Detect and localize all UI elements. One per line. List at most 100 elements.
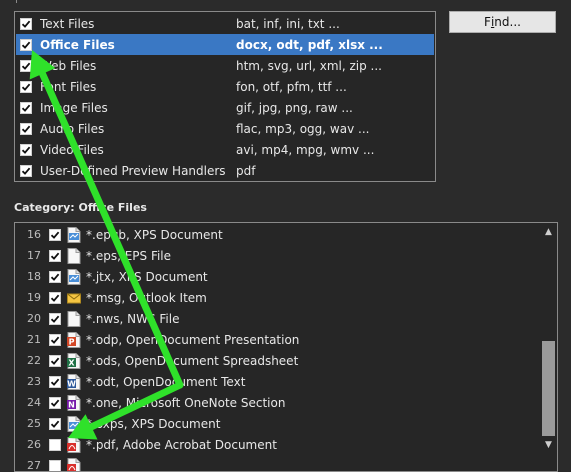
checkmark-icon: [50, 377, 60, 387]
file-category-list[interactable]: Text Filesbat, inf, ini, txt ...Office F…: [14, 11, 436, 182]
extension-checkbox[interactable]: [49, 355, 61, 367]
checkmark-icon: [50, 314, 60, 324]
extension-checkbox[interactable]: [49, 229, 61, 241]
checkmark-icon: [50, 230, 60, 240]
extension-row[interactable]: 20*.nws, NWS File: [15, 308, 539, 329]
checkmark-icon: [21, 103, 31, 113]
checkmark-icon: [21, 40, 31, 50]
category-row[interactable]: Image Filesgif, jpg, png, raw ...: [16, 97, 434, 118]
cut-off-frame-edge: [16, 0, 19, 3]
svg-text:N: N: [68, 400, 75, 409]
extension-checkbox[interactable]: [49, 460, 61, 472]
category-checkbox[interactable]: [20, 102, 32, 114]
extension-label: *.jtx, XPS Document: [86, 270, 208, 284]
row-number: 25: [15, 417, 41, 430]
category-section-label: Category: Office Files: [14, 201, 147, 214]
blank-file-icon: [67, 248, 81, 264]
scroll-up-arrow-icon[interactable]: ▲: [541, 224, 556, 239]
category-label: Image Files: [40, 101, 236, 115]
category-row[interactable]: Web Fileshtm, svg, url, xml, zip ...: [16, 55, 434, 76]
category-row[interactable]: Office Filesdocx, odt, pdf, xlsx ...: [16, 34, 434, 55]
category-extensions: avi, mp4, mpg, wmv ...: [236, 143, 374, 157]
extension-label: *.odt, OpenDocument Text: [86, 375, 245, 389]
category-row[interactable]: Audio Filesflac, mp3, ogg, wav ...: [16, 118, 434, 139]
checkmark-icon: [50, 356, 60, 366]
extension-label: *.nws, NWS File: [86, 312, 179, 326]
extension-row[interactable]: 25 *.oxps, XPS Document: [15, 413, 539, 434]
extension-checkbox[interactable]: [49, 334, 61, 346]
row-number: 23: [15, 375, 41, 388]
category-row[interactable]: User-Defined Preview Handlerspdf: [16, 160, 434, 181]
extension-row[interactable]: 22X*.ods, OpenDocument Spreadsheet: [15, 350, 539, 371]
extension-row[interactable]: 17 *.eps, EPS File: [15, 245, 539, 266]
extension-label: *.ods, OpenDocument Spreadsheet: [86, 354, 298, 368]
row-number: 18: [15, 270, 41, 283]
extension-label: *.oxps, XPS Document: [86, 417, 220, 431]
row-number: 24: [15, 396, 41, 409]
category-checkbox[interactable]: [20, 165, 32, 177]
extension-checkbox[interactable]: [49, 271, 61, 283]
extension-checkbox[interactable]: [49, 397, 61, 409]
extension-row[interactable]: 21P*.odp, OpenDocument Presentation: [15, 329, 539, 350]
row-number: 17: [15, 249, 41, 262]
checkmark-icon: [50, 272, 60, 282]
svg-text:P: P: [69, 337, 75, 346]
category-row[interactable]: Font Filesfon, otf, pfm, ttf ...: [16, 76, 434, 97]
find-button[interactable]: Find...: [449, 11, 556, 33]
category-checkbox[interactable]: [20, 18, 32, 30]
extension-checkbox[interactable]: [49, 292, 61, 304]
checkmark-icon: [50, 251, 60, 261]
word-icon: W: [67, 374, 81, 390]
outlook-mail-icon: [67, 290, 81, 306]
extension-row[interactable]: 19 *.msg, Outlook Item: [15, 287, 539, 308]
extension-label: *.odp, OpenDocument Presentation: [86, 333, 299, 347]
category-extensions: docx, odt, pdf, xlsx ...: [236, 38, 383, 52]
extension-row[interactable]: 27: [15, 455, 539, 472]
category-checkbox[interactable]: [20, 39, 32, 51]
category-label: Audio Files: [40, 122, 236, 136]
category-row[interactable]: Text Filesbat, inf, ini, txt ...: [16, 13, 434, 34]
svg-text:W: W: [67, 379, 76, 388]
extension-label: *.msg, Outlook Item: [86, 291, 207, 305]
checkmark-icon: [50, 293, 60, 303]
category-checkbox[interactable]: [20, 123, 32, 135]
category-extensions: flac, mp3, ogg, wav ...: [236, 122, 369, 136]
onenote-icon: N: [67, 395, 81, 411]
extension-checkbox[interactable]: [49, 418, 61, 430]
extension-checkbox[interactable]: [49, 439, 61, 451]
powerpoint-icon: P: [67, 332, 81, 348]
extension-row[interactable]: 26*.pdf, Adobe Acrobat Document: [15, 434, 539, 455]
row-number: 19: [15, 291, 41, 304]
category-label: Office Files: [40, 38, 236, 52]
extension-row[interactable]: 23 W *.odt, OpenDocument Text: [15, 371, 539, 392]
scroll-down-arrow-icon[interactable]: ▼: [541, 437, 556, 452]
category-extensions: htm, svg, url, xml, zip ...: [236, 59, 382, 73]
category-checkbox[interactable]: [20, 81, 32, 93]
extension-list[interactable]: 2726*.pdf, Adobe Acrobat Document 25 *.oxp…: [14, 222, 558, 472]
extension-row[interactable]: 24N*.one, Microsoft OneNote Section: [15, 392, 539, 413]
scrollbar-thumb[interactable]: [542, 341, 555, 436]
find-label-suffix: nd...: [494, 15, 521, 29]
extension-label: *.eps, EPS File: [86, 249, 171, 263]
category-checkbox[interactable]: [20, 144, 32, 156]
checkmark-icon: [50, 419, 60, 429]
extension-label: *.pdf, Adobe Acrobat Document: [86, 438, 277, 452]
checkmark-icon: [21, 82, 31, 92]
xps-document-icon: [67, 227, 81, 243]
category-extensions: gif, jpg, png, raw ...: [236, 101, 353, 115]
extension-checkbox[interactable]: [49, 313, 61, 325]
category-row[interactable]: Video Filesavi, mp4, mpg, wmv ...: [16, 139, 434, 160]
blank-file-icon: [67, 311, 81, 327]
checkmark-icon: [50, 335, 60, 345]
extension-row[interactable]: 16*.epub, XPS Document: [15, 224, 539, 245]
extension-checkbox[interactable]: [49, 376, 61, 388]
category-label: Text Files: [40, 17, 236, 31]
xps-document-icon: [67, 416, 81, 432]
category-extensions: fon, otf, pfm, ttf ...: [236, 80, 347, 94]
extension-row[interactable]: 18 *.jtx, XPS Document: [15, 266, 539, 287]
pdf-icon: [67, 437, 81, 453]
checkmark-icon: [50, 398, 60, 408]
category-checkbox[interactable]: [20, 60, 32, 72]
row-number: 16: [15, 228, 41, 241]
extension-checkbox[interactable]: [49, 250, 61, 262]
